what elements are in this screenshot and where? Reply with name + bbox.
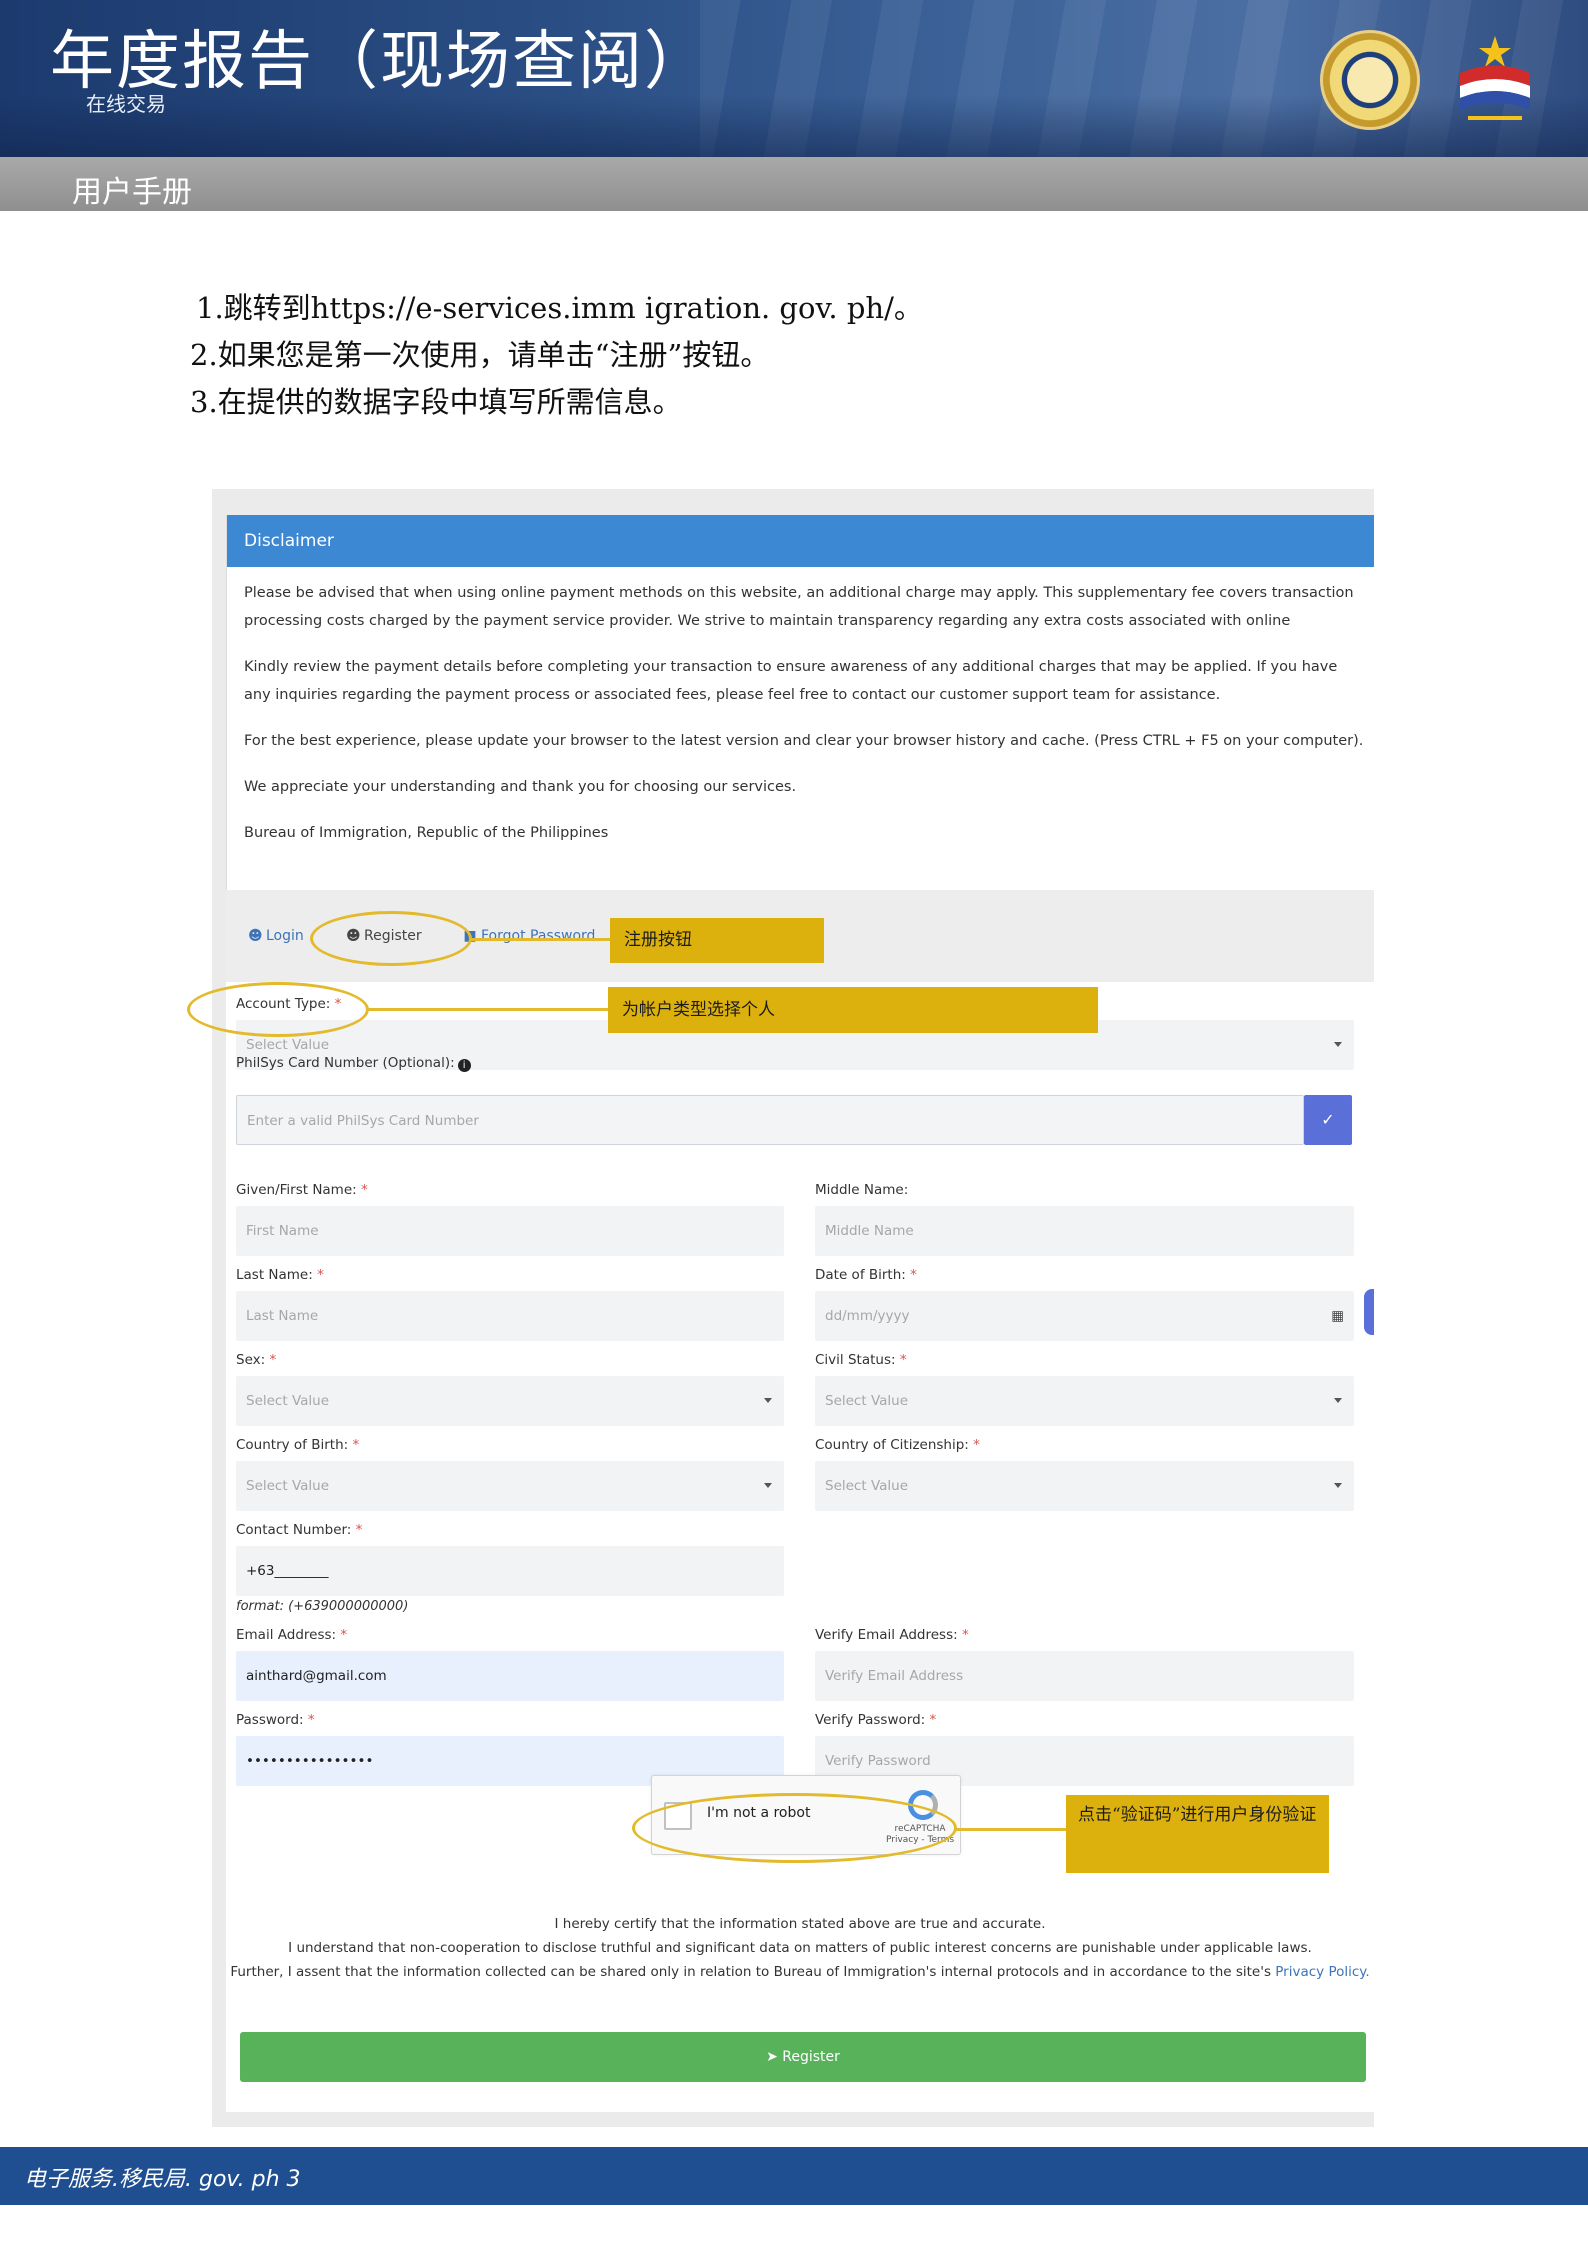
dob-input[interactable]: dd/mm/yyyy ▦: [815, 1291, 1354, 1341]
dob-label: Date of Birth: *: [815, 1267, 917, 1283]
section-title: 用户手册: [72, 175, 192, 210]
country-birth-label: Country of Birth: *: [236, 1437, 360, 1453]
disclaimer-paragraph: Please be advised that when using online…: [244, 585, 1354, 629]
civil-status-label: Civil Status: *: [815, 1352, 907, 1368]
account-type-connector: [368, 1008, 608, 1011]
side-widget-tab[interactable]: [1364, 1289, 1374, 1335]
chevron-down-icon: [1334, 1483, 1342, 1488]
page-subtitle: 在线交易: [86, 92, 166, 116]
verify-password-label: Verify Password: *: [815, 1712, 937, 1728]
captcha-connector: [956, 1828, 1066, 1831]
chevron-down-icon: [764, 1483, 772, 1488]
sex-label: Sex: *: [236, 1352, 277, 1368]
instruction-steps: 1.跳转到https://e-services.imm igration. go…: [190, 285, 923, 426]
country-citizenship-label: Country of Citizenship: *: [815, 1437, 980, 1453]
cert-line-2: I understand that non-cooperation to dis…: [288, 1940, 1312, 1956]
cert-line-3: Further, I assent that the information c…: [230, 1964, 1370, 1980]
first-name-label: Given/First Name: *: [236, 1182, 368, 1198]
disclaimer-paragraph: Kindly review the payment details before…: [244, 659, 1338, 703]
tab-forgot-label: Forgot Password: [481, 928, 596, 944]
disclaimer-paragraph: For the best experience, please update y…: [244, 733, 1364, 749]
disclaimer-paragraph: Bureau of Immigration, Republic of the P…: [244, 825, 609, 841]
sex-select[interactable]: Select Value: [236, 1376, 784, 1426]
header-banner: 年度报告（现场查阅） 在线交易: [0, 0, 1588, 157]
philippines-flag-logo: [1460, 36, 1530, 120]
disclaimer-panel: Disclaimer Please be advised that when u…: [226, 515, 1374, 890]
register-highlight: [310, 911, 472, 966]
email-label: Email Address: *: [236, 1627, 348, 1643]
account-type-callout: 为帐户类型选择个人: [608, 987, 1098, 1033]
tab-login-label: Login: [266, 928, 304, 944]
section-bar: 用户手册: [0, 157, 1588, 211]
contact-label: Contact Number: *: [236, 1522, 363, 1538]
verify-email-input[interactable]: Verify Email Address: [815, 1651, 1354, 1701]
tab-forgot-password[interactable]: ■ Forgot Password: [463, 928, 595, 944]
account-type-highlight: [187, 982, 369, 1037]
registration-screenshot: Disclaimer Please be advised that when u…: [212, 489, 1374, 2127]
step-2: 2.如果您是第一次使用，请单击“注册”按钮。: [190, 338, 770, 372]
country-citizenship-select[interactable]: Select Value: [815, 1461, 1354, 1511]
calendar-icon: ▦: [1331, 1308, 1344, 1324]
disclaimer-title: Disclaimer: [227, 515, 1374, 567]
contact-format-hint: format: (+639000000000): [236, 1599, 409, 1614]
chevron-down-icon: [1334, 1398, 1342, 1403]
chevron-down-icon: [1334, 1042, 1342, 1047]
privacy-policy-link[interactable]: Privacy Policy.: [1275, 1964, 1369, 1980]
step-3: 3.在提供的数据字段中填写所需信息。: [190, 385, 682, 419]
register-connector: [470, 938, 610, 941]
password-label: Password: *: [236, 1712, 315, 1728]
middle-name-input[interactable]: Middle Name: [815, 1206, 1354, 1256]
last-name-label: Last Name: *: [236, 1267, 324, 1283]
footer-text: 电子服务.移民局. gov. ph 3: [24, 2167, 301, 2192]
verify-philsys-button[interactable]: ✓: [1304, 1095, 1352, 1145]
certification-text: I hereby certify that the information st…: [226, 1912, 1374, 1984]
captcha-highlight: [632, 1793, 957, 1863]
footer-bar: 电子服务.移民局. gov. ph 3: [0, 2147, 1588, 2205]
info-icon: i: [457, 1059, 471, 1072]
verify-email-label: Verify Email Address: *: [815, 1627, 969, 1643]
disclaimer-paragraph: We appreciate your understanding and tha…: [244, 779, 797, 795]
email-input[interactable]: ainthard@gmail.com: [236, 1651, 784, 1701]
bureau-seal-logo: [1320, 30, 1420, 130]
check-icon: ✓: [1321, 1110, 1335, 1129]
philsys-label: PhilSys Card Number (Optional): i: [236, 1055, 471, 1072]
last-name-input[interactable]: Last Name: [236, 1291, 784, 1341]
registration-form: Account Type: * Select Value PhilSys Car…: [226, 982, 1374, 2112]
cert-line-1: I hereby certify that the information st…: [554, 1916, 1046, 1932]
philsys-input[interactable]: Enter a valid PhilSys Card Number: [236, 1095, 1304, 1145]
civil-status-select[interactable]: Select Value: [815, 1376, 1354, 1426]
register-callout: 注册按钮: [610, 918, 824, 963]
middle-name-label: Middle Name:: [815, 1182, 909, 1198]
send-icon: ➤: [766, 2049, 778, 2065]
chevron-down-icon: [764, 1398, 772, 1403]
country-birth-select[interactable]: Select Value: [236, 1461, 784, 1511]
captcha-callout: 点击“验证码”进行用户身份验证: [1066, 1795, 1329, 1873]
contact-input[interactable]: +63________: [236, 1546, 784, 1596]
tab-login[interactable]: ☻ Login: [248, 928, 304, 944]
first-name-input[interactable]: First Name: [236, 1206, 784, 1256]
register-button[interactable]: ➤ Register: [240, 2032, 1366, 2082]
step-1: 1.跳转到https://e-services.imm igration. go…: [196, 291, 923, 325]
disclaimer-body: Please be advised that when using online…: [244, 579, 1364, 865]
user-icon: ☻: [248, 928, 263, 944]
